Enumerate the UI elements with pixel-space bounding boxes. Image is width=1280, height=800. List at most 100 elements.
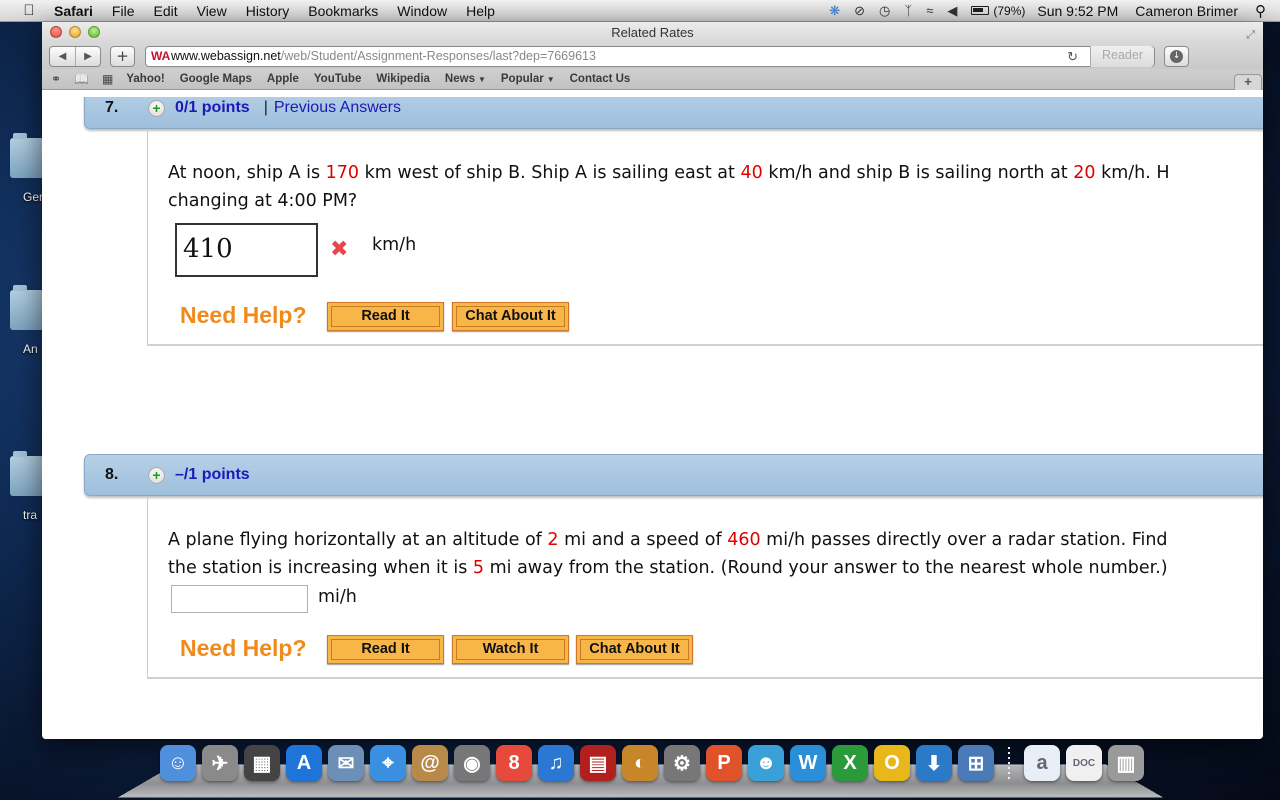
need-help-label: Need Help? — [180, 302, 307, 328]
dock-outlook-icon[interactable]: O — [874, 745, 910, 781]
dock-mail-icon[interactable]: ✉ — [328, 745, 364, 781]
chat-about-it-button[interactable]: Chat About It — [452, 302, 569, 331]
bookmark-youtube[interactable]: YouTube — [314, 73, 361, 85]
top-sites-grid-icon[interactable]: ▦ — [102, 72, 113, 86]
text-segment: the station is increasing when it is — [168, 558, 473, 578]
menu-clock[interactable]: Sun 9:52 PM — [1037, 3, 1118, 19]
dock-download-utility-icon[interactable]: ⬇ — [916, 745, 952, 781]
sync-status-icon[interactable]: ⊘ — [854, 3, 865, 19]
dock-calendar-icon[interactable]: 8 — [496, 745, 532, 781]
dock-system-preferences-icon[interactable]: ⚙ — [664, 745, 700, 781]
volume-icon[interactable]: ◀ — [947, 3, 957, 19]
time-machine-icon[interactable]: ◷ — [879, 3, 890, 19]
reload-icon[interactable]: ↻ — [1067, 49, 1078, 65]
menu-help[interactable]: Help — [466, 3, 495, 19]
text-segment: km west of ship B. Ship A is sailing eas… — [359, 163, 741, 183]
dock-word-icon[interactable]: W — [790, 745, 826, 781]
dock-doc-file-icon[interactable]: DOC — [1066, 745, 1102, 781]
fullscreen-icon[interactable]: ⤢ — [1246, 25, 1255, 46]
menu-bookmarks[interactable]: Bookmarks — [308, 3, 378, 19]
read-it-button[interactable]: Read It — [327, 635, 444, 664]
bookmark-news-menu[interactable]: News ▼ — [445, 73, 486, 85]
zoom-window-button[interactable] — [88, 26, 100, 38]
menu-history[interactable]: History — [246, 3, 290, 19]
chat-about-it-button[interactable]: Chat About It — [576, 635, 693, 664]
apple-menu-icon[interactable]:  — [18, 2, 40, 19]
question-points[interactable]: –/1 points — [175, 466, 250, 484]
bluetooth-icon[interactable]: ᛉ — [904, 3, 912, 18]
menu-app-safari[interactable]: Safari — [54, 3, 93, 19]
dock-powerpoint-icon[interactable]: P — [706, 745, 742, 781]
dock-contacts-icon[interactable]: @ — [412, 745, 448, 781]
bookmark-wikipedia[interactable]: Wikipedia — [376, 73, 430, 85]
menu-window[interactable]: Window — [397, 3, 447, 19]
menu-user[interactable]: Cameron Brimer — [1135, 3, 1238, 19]
text-segment: km/h and ship B is sailing north at — [762, 163, 1074, 183]
desktop-folder[interactable]: Ger — [10, 133, 46, 204]
watch-it-label: Watch It — [456, 639, 565, 660]
expand-plus-icon[interactable]: + — [148, 99, 165, 117]
add-bookmark-button[interactable]: + — [110, 45, 135, 67]
reader-button[interactable]: Reader — [1090, 45, 1154, 67]
bookmark-yahoo[interactable]: Yahoo! — [126, 73, 164, 85]
bookmark-apple[interactable]: Apple — [267, 73, 299, 85]
dock-excel-icon[interactable]: X — [832, 745, 868, 781]
answer-input[interactable] — [171, 585, 308, 613]
window-title: Related Rates — [611, 25, 694, 40]
back-button[interactable]: ◀ — [50, 47, 75, 66]
bookmark-popular-label: Popular — [500, 73, 544, 85]
question-points[interactable]: 0/1 points — [175, 99, 250, 117]
question-7-header: 7. + 0/1 points | Previous Answers — [84, 97, 1263, 129]
dock-finder-icon[interactable]: ☺ — [160, 745, 196, 781]
bookmarks-book-icon[interactable]: 📖 — [74, 72, 89, 86]
dock-trash-icon[interactable]: ▥ — [1108, 745, 1144, 781]
text-segment: mi/h passes directly over a radar statio… — [760, 530, 1168, 550]
dock-launchpad-icon[interactable]: ✈ — [202, 745, 238, 781]
downloads-button[interactable]: ↓ — [1164, 45, 1189, 67]
text-segment: At noon, ship A is — [168, 163, 326, 183]
dock-iphoto-icon[interactable]: ◐ — [622, 745, 658, 781]
browser-toolbar: ◀ ▶ + WA www.webassign.net /web/Student/… — [42, 43, 1263, 69]
close-window-button[interactable] — [50, 26, 62, 38]
bookmark-google-maps[interactable]: Google Maps — [180, 73, 252, 85]
reading-list-icon[interactable]: ⚭ — [51, 72, 61, 86]
dropbox-icon[interactable]: ❋ — [829, 3, 840, 19]
text-segment: A plane flying horizontally at an altitu… — [168, 530, 548, 550]
spotlight-search-icon[interactable]: ⚲ — [1255, 2, 1266, 20]
new-tab-button[interactable]: + — [1234, 74, 1262, 90]
dock-app-store-icon[interactable]: A — [286, 745, 322, 781]
dock-separator — [1008, 747, 1010, 781]
desktop-folder[interactable]: An — [10, 285, 46, 356]
bookmark-contact-us[interactable]: Contact Us — [570, 73, 631, 85]
dock-remote-desktop-icon[interactable]: ⊞ — [958, 745, 994, 781]
dock-itunes-icon[interactable]: ♫ — [538, 745, 574, 781]
dock-facetime-icon[interactable]: ◉ — [454, 745, 490, 781]
battery-icon — [971, 6, 990, 15]
menu-edit[interactable]: Edit — [153, 3, 177, 19]
forward-button[interactable]: ▶ — [75, 46, 100, 66]
answer-input[interactable]: 410 — [175, 223, 318, 277]
battery-status[interactable]: (79%) — [971, 4, 1025, 18]
folder-icon — [10, 133, 44, 178]
menu-file[interactable]: File — [112, 3, 135, 19]
minimize-window-button[interactable] — [69, 26, 81, 38]
dock-messenger-icon[interactable]: ☻ — [748, 745, 784, 781]
window-titlebar[interactable]: Related Rates ⤢ — [42, 22, 1263, 43]
wifi-icon[interactable]: ≈ — [926, 3, 933, 18]
menu-view[interactable]: View — [197, 3, 227, 19]
safari-window: Related Rates ⤢ ◀ ▶ + WA www.webassign.n… — [42, 22, 1263, 739]
dock-photo-booth-icon[interactable]: ▤ — [580, 745, 616, 781]
address-bar[interactable]: WA www.webassign.net /web/Student/Assign… — [145, 45, 1155, 67]
dock-safari-icon[interactable]: ⌖ — [370, 745, 406, 781]
dock-mission-control-icon[interactable]: ▦ — [244, 745, 280, 781]
question-8-header: 8. + –/1 points — [84, 454, 1263, 496]
bookmark-popular-menu[interactable]: Popular ▼ — [501, 73, 555, 85]
expand-plus-icon[interactable]: + — [148, 466, 165, 484]
watch-it-button[interactable]: Watch It — [452, 635, 569, 664]
desktop-folder[interactable]: tra — [10, 451, 46, 522]
previous-answers-link[interactable]: Previous Answers — [274, 99, 401, 117]
desktop-folder-label: Ger — [23, 190, 44, 204]
dock-docx-file-icon[interactable]: a — [1024, 745, 1060, 781]
read-it-button[interactable]: Read It — [327, 302, 444, 331]
read-it-label: Read It — [331, 639, 440, 660]
